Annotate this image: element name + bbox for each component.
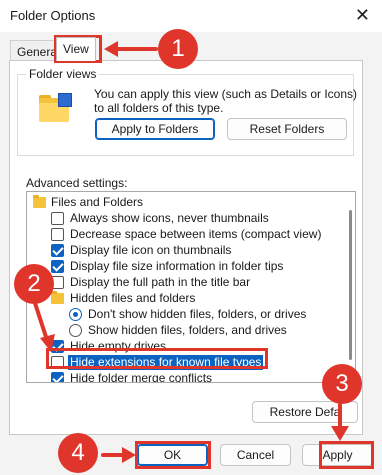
folder-icon	[51, 291, 64, 304]
radio-button[interactable]	[69, 324, 82, 337]
list-item-hide-extensions[interactable]: Hide extensions for known file types	[27, 355, 347, 370]
folder-views-description: You can apply this view (such as Details…	[94, 87, 358, 115]
cancel-button[interactable]: Cancel	[220, 444, 291, 466]
checkbox[interactable]	[51, 340, 64, 353]
list-item-hidden-files-and-folders: Hidden files and folders	[27, 291, 347, 306]
apply-button[interactable]: Apply	[302, 444, 373, 466]
title-bar: Folder Options ✕	[0, 0, 382, 32]
ok-button[interactable]: OK	[137, 444, 208, 466]
step-badge-1: 1	[158, 29, 198, 69]
advanced-settings-list[interactable]: Files and Folders Always show icons, nev…	[26, 191, 356, 383]
checkbox[interactable]	[51, 372, 64, 382]
list-item-files-and-folders: Files and Folders	[27, 195, 347, 210]
folder-views-label: Folder views	[26, 67, 100, 81]
apply-to-folders-button[interactable]: Apply to Folders	[95, 118, 215, 140]
scrollbar-thumb[interactable]	[349, 210, 352, 360]
tab-view[interactable]: View	[56, 37, 96, 61]
list-item-hide-folder-merge[interactable]: Hide folder merge conflicts	[27, 371, 347, 382]
list-item-display-file-size[interactable]: Display file size information in folder …	[27, 259, 347, 274]
folder-icon	[33, 195, 46, 208]
list-item-decrease-space[interactable]: Decrease space between items (compact vi…	[27, 227, 347, 242]
list-item-dont-show-hidden[interactable]: Don't show hidden files, folders, or dri…	[27, 307, 347, 322]
checkbox[interactable]	[51, 260, 64, 273]
step-badge-4: 4	[58, 433, 98, 473]
window-title: Folder Options	[10, 8, 96, 23]
folder-views-icon	[39, 93, 75, 123]
checkbox[interactable]	[51, 228, 64, 241]
restore-defaults-button[interactable]: Restore Defa	[252, 401, 358, 423]
list-item-hide-empty-drives[interactable]: Hide empty drives	[27, 339, 347, 354]
checkbox[interactable]	[51, 356, 64, 369]
list-item-display-file-icon[interactable]: Display file icon on thumbnails	[27, 243, 347, 258]
close-icon[interactable]: ✕	[355, 5, 370, 25]
list-item-show-hidden[interactable]: Show hidden files, folders, and drives	[27, 323, 347, 338]
reset-folders-button[interactable]: Reset Folders	[227, 118, 347, 140]
checkbox[interactable]	[51, 212, 64, 225]
step-badge-3: 3	[322, 364, 362, 404]
radio-button[interactable]	[69, 308, 82, 321]
step-badge-2: 2	[14, 264, 54, 304]
list-item-always-show-icons[interactable]: Always show icons, never thumbnails	[27, 211, 347, 226]
checkbox[interactable]	[51, 244, 64, 257]
list-item-display-full-path[interactable]: Display the full path in the title bar	[27, 275, 347, 290]
advanced-settings-label: Advanced settings:	[26, 176, 128, 190]
